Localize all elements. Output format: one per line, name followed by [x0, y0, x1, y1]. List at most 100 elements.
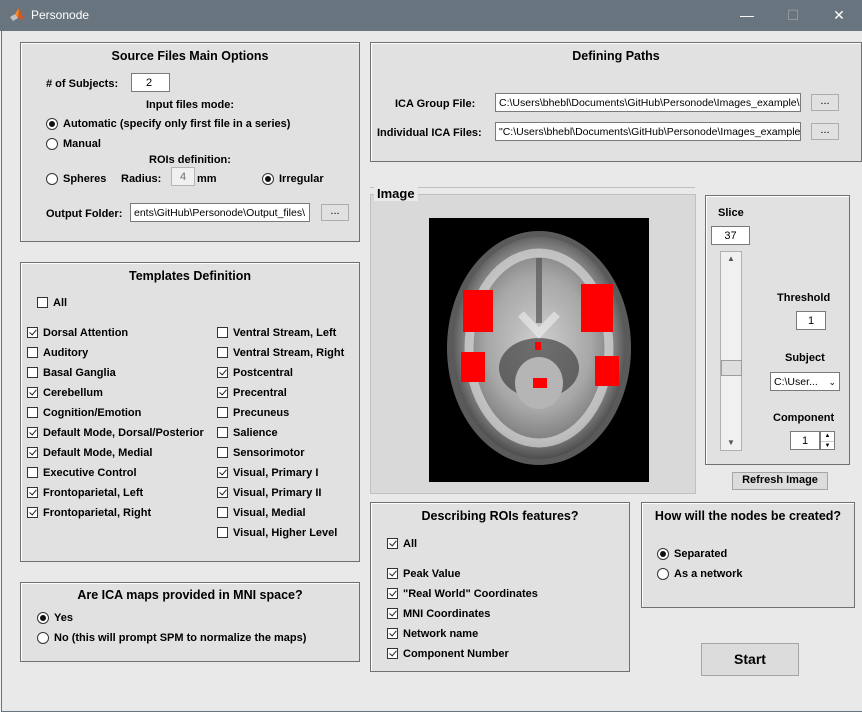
template-checkbox[interactable]: [27, 427, 38, 438]
radius-input[interactable]: 4: [171, 167, 195, 186]
slice-slider[interactable]: ▲ ▼: [720, 251, 742, 451]
maximize-button[interactable]: ☐: [770, 0, 816, 31]
stepper-up-icon[interactable]: ▲: [821, 432, 834, 442]
template-checkbox[interactable]: [27, 367, 38, 378]
network-label: As a network: [674, 568, 743, 580]
template-label: Precuneus: [233, 407, 290, 419]
individual-ica-label: Individual ICA Files:: [377, 127, 482, 139]
separated-radio[interactable]: [657, 548, 669, 560]
roi-features-panel: Describing ROIs features? All Peak Value…: [370, 502, 630, 672]
threshold-input[interactable]: 1: [796, 311, 826, 330]
component-stepper[interactable]: ▲ ▼: [820, 431, 835, 450]
slice-label: Slice: [718, 207, 744, 219]
template-checkbox[interactable]: [217, 407, 228, 418]
individual-ica-browse-button[interactable]: ...: [811, 123, 839, 140]
template-checkbox[interactable]: [27, 467, 38, 478]
template-checkbox[interactable]: [27, 487, 38, 498]
component-label: Component: [773, 412, 835, 424]
feature-checkbox[interactable]: [387, 628, 398, 639]
template-checkbox[interactable]: [217, 527, 228, 538]
mni-panel: Are ICA maps provided in MNI space? Yes …: [20, 582, 360, 662]
feature-checkbox[interactable]: [387, 608, 398, 619]
mm-label: mm: [197, 173, 217, 185]
minimize-button[interactable]: —: [724, 0, 770, 31]
template-checkbox[interactable]: [217, 507, 228, 518]
image-panel-title: Image: [374, 186, 418, 201]
features-all-checkbox[interactable]: [387, 538, 398, 549]
template-checkbox[interactable]: [217, 447, 228, 458]
feature-checkbox[interactable]: [387, 588, 398, 599]
network-radio[interactable]: [657, 568, 669, 580]
template-checkbox[interactable]: [217, 427, 228, 438]
source-files-panel: Source Files Main Options # of Subjects:…: [20, 42, 360, 242]
template-label: Ventral Stream, Right: [233, 347, 345, 359]
template-label: Frontoparietal, Left: [43, 487, 144, 499]
template-checkbox[interactable]: [217, 387, 228, 398]
spheres-radio[interactable]: [46, 173, 58, 185]
template-checkbox[interactable]: [217, 327, 228, 338]
slice-input[interactable]: 37: [711, 226, 750, 245]
template-checkbox[interactable]: [27, 387, 38, 398]
subject-dropdown[interactable]: C:\User... ⌄: [770, 372, 840, 391]
image-panel-top-rule: [370, 187, 695, 188]
template-label: Visual, Primary I: [233, 467, 319, 479]
irregular-label: Irregular: [279, 173, 324, 185]
ica-group-browse-button[interactable]: ...: [811, 94, 839, 111]
template-label: Ventral Stream, Left: [233, 327, 337, 339]
source-files-title: Source Files Main Options: [111, 49, 269, 63]
defining-paths-title: Defining Paths: [572, 49, 660, 63]
start-button[interactable]: Start: [701, 643, 799, 676]
template-checkbox[interactable]: [27, 347, 38, 358]
radius-label: Radius:: [121, 173, 162, 185]
ica-group-input[interactable]: C:\Users\bhebl\Documents\GitHub\Personod…: [495, 93, 801, 112]
template-checkbox[interactable]: [217, 347, 228, 358]
template-checkbox[interactable]: [27, 447, 38, 458]
template-checkbox[interactable]: [27, 407, 38, 418]
refresh-image-button[interactable]: Refresh Image: [732, 472, 828, 490]
output-folder-browse-button[interactable]: ...: [321, 204, 349, 221]
templates-all-label: All: [53, 297, 68, 309]
template-checkbox[interactable]: [27, 327, 38, 338]
automatic-radio[interactable]: [46, 118, 58, 130]
slider-up-arrow-icon[interactable]: ▲: [721, 252, 741, 266]
template-label: Executive Control: [43, 467, 137, 479]
chevron-down-icon: ⌄: [828, 377, 836, 387]
templates-all-checkbox[interactable]: [37, 297, 48, 308]
subjects-input[interactable]: 2: [131, 73, 170, 92]
template-label: Cognition/Emotion: [43, 407, 142, 419]
template-checkbox[interactable]: [217, 467, 228, 478]
matlab-logo-icon: [10, 8, 24, 21]
slider-down-arrow-icon[interactable]: ▼: [721, 436, 741, 450]
template-checkbox[interactable]: [217, 367, 228, 378]
template-checkbox[interactable]: [27, 507, 38, 518]
slider-thumb[interactable]: [721, 359, 742, 376]
template-label: Salience: [233, 427, 278, 439]
feature-checkbox[interactable]: [387, 568, 398, 579]
ica-group-label: ICA Group File:: [395, 98, 476, 110]
feature-label: Network name: [403, 628, 479, 640]
template-label: Auditory: [43, 347, 89, 359]
mni-yes-radio[interactable]: [37, 612, 49, 624]
close-button[interactable]: ✕: [816, 0, 862, 31]
mni-no-radio[interactable]: [37, 632, 49, 644]
template-label: Frontoparietal, Right: [43, 507, 152, 519]
feature-checkbox[interactable]: [387, 648, 398, 659]
output-folder-input[interactable]: ents\GitHub\Personode\Output_files\: [130, 203, 310, 222]
activation-blob: [463, 290, 493, 332]
defining-paths-panel: Defining Paths ICA Group File: C:\Users\…: [370, 42, 862, 162]
irregular-radio[interactable]: [262, 173, 274, 185]
feature-label: "Real World" Coordinates: [403, 588, 538, 600]
stepper-down-icon[interactable]: ▼: [821, 442, 834, 450]
activation-blob: [595, 356, 619, 386]
features-all-label: All: [403, 538, 418, 550]
feature-label: Peak Value: [403, 568, 461, 580]
component-input[interactable]: 1: [790, 431, 820, 450]
output-folder-label: Output Folder:: [46, 208, 123, 220]
manual-radio[interactable]: [46, 138, 58, 150]
threshold-label: Threshold: [777, 292, 831, 304]
individual-ica-input[interactable]: "C:\Users\bhebl\Documents\GitHub\Persono…: [495, 122, 801, 141]
manual-label: Manual: [63, 138, 101, 150]
template-checkbox[interactable]: [217, 487, 228, 498]
mni-title: Are ICA maps provided in MNI space?: [77, 588, 303, 602]
feature-label: MNI Coordinates: [403, 608, 491, 620]
